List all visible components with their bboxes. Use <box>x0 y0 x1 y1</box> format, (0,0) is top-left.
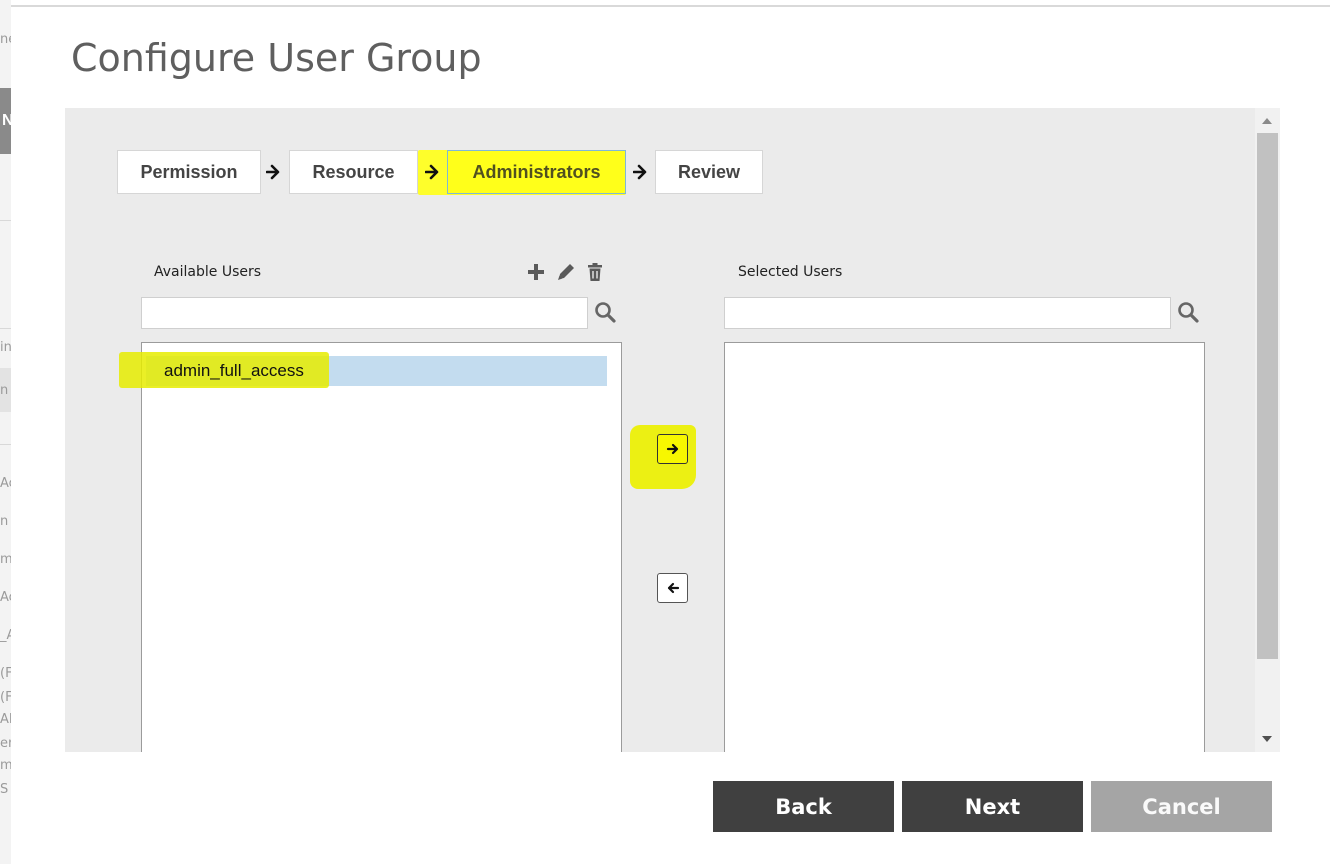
step-arrow-icon <box>425 164 439 180</box>
background-page: ne N in n Ac n mi Ac _A (F (F AN er/ mi … <box>0 0 11 864</box>
scrollbar-thumb[interactable] <box>1257 133 1278 659</box>
available-users-search-input[interactable] <box>141 297 588 329</box>
background-text: AN <box>0 712 11 727</box>
background-text: (F <box>0 666 11 681</box>
scroll-down-icon[interactable] <box>1262 736 1272 742</box>
background-divider <box>0 220 11 221</box>
background-text: n <box>0 514 9 529</box>
move-left-button[interactable] <box>657 573 688 603</box>
step-administrators[interactable]: Administrators <box>447 150 626 194</box>
background-text: in <box>0 340 11 355</box>
background-header-band: N <box>0 88 11 154</box>
available-users-list[interactable] <box>141 342 622 762</box>
dialog-top-border <box>11 5 1330 7</box>
dialog-title: Configure User Group <box>71 36 482 80</box>
background-divider <box>0 444 11 445</box>
selected-users-list[interactable] <box>724 342 1205 762</box>
background-text: Ac <box>0 590 11 605</box>
background-divider <box>0 328 11 329</box>
pencil-icon[interactable] <box>555 261 577 283</box>
panel-scrollbar[interactable] <box>1255 108 1280 752</box>
background-text: mi <box>0 758 11 773</box>
background-text: mi <box>0 552 11 567</box>
background-text: er/ <box>0 736 11 751</box>
background-text: _A <box>0 628 11 643</box>
background-text: n <box>0 383 9 398</box>
cancel-button[interactable]: Cancel <box>1091 781 1272 832</box>
selected-users-label: Selected Users <box>738 264 843 280</box>
search-icon[interactable] <box>1176 300 1200 324</box>
selected-users-search-input[interactable] <box>724 297 1171 329</box>
step-permission[interactable]: Permission <box>117 150 261 194</box>
trash-icon[interactable] <box>584 261 606 283</box>
scroll-up-icon[interactable] <box>1262 118 1272 124</box>
plus-icon[interactable] <box>525 261 547 283</box>
next-button[interactable]: Next <box>902 781 1083 832</box>
available-users-label: Available Users <box>154 264 262 280</box>
step-resource[interactable]: Resource <box>289 150 418 194</box>
search-icon[interactable] <box>593 300 617 324</box>
arrow-left-icon <box>667 582 679 594</box>
background-text: (F <box>0 690 11 705</box>
step-arrow-icon <box>266 164 280 180</box>
move-right-button[interactable] <box>657 434 688 464</box>
arrow-right-icon <box>666 443 678 455</box>
step-arrow-icon <box>633 164 647 180</box>
background-text: Ac <box>0 476 11 491</box>
step-review[interactable]: Review <box>655 150 763 194</box>
background-text: ne <box>0 32 11 47</box>
background-text: N <box>2 112 11 129</box>
back-button[interactable]: Back <box>713 781 894 832</box>
background-text: S <box>0 782 9 797</box>
available-user-label[interactable]: admin_full_access <box>164 356 304 386</box>
